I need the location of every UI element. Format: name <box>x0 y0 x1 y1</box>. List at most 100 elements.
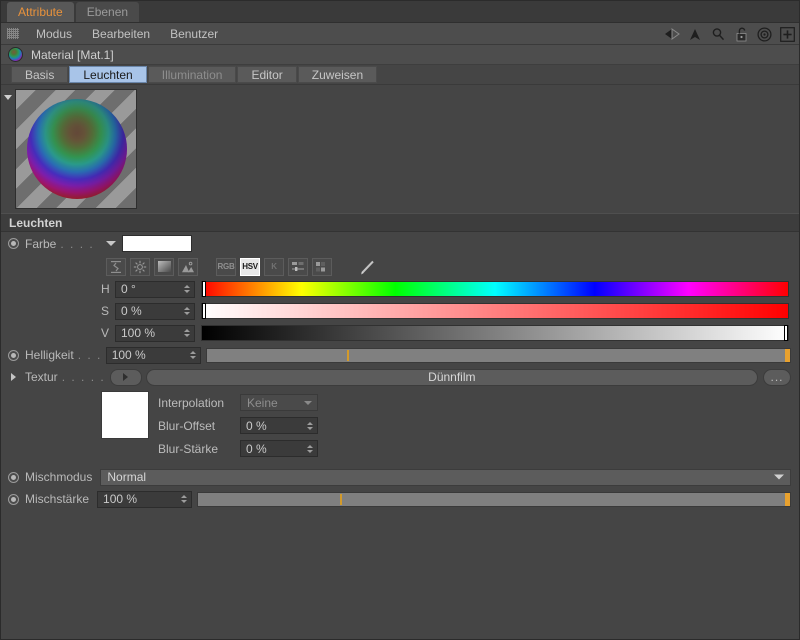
texture-browse-button[interactable]: ... <box>763 368 791 386</box>
value-knob[interactable] <box>784 325 788 341</box>
texture-play-button[interactable] <box>109 368 142 386</box>
target-icon[interactable] <box>756 26 772 42</box>
sliders-icon[interactable] <box>288 257 308 276</box>
saturation-gradient-slider[interactable] <box>201 303 789 319</box>
mix-strength-input[interactable]: 100 % <box>97 490 193 508</box>
plus-icon[interactable] <box>779 26 795 42</box>
hue-stepper[interactable] <box>184 285 190 293</box>
tab-illumination[interactable]: Illumination <box>147 66 237 83</box>
menu-benutzer[interactable]: Benutzer <box>160 23 228 45</box>
material-sphere-icon <box>27 99 127 199</box>
blur-offset-input[interactable]: 0 % <box>240 417 318 434</box>
brightness-input[interactable]: 100 % <box>105 346 201 364</box>
hue-value: 0 ° <box>121 282 136 296</box>
tab-attribute[interactable]: Attribute <box>7 2 74 22</box>
k-mode-button[interactable]: K <box>264 257 284 276</box>
triangle-right-icon <box>11 373 16 381</box>
interpolation-row: Interpolation Keine <box>158 391 318 414</box>
lock-open-icon[interactable] <box>733 26 749 42</box>
window-tab-strip: Attribute Ebenen <box>1 1 799 23</box>
value-gradient-slider[interactable] <box>201 325 789 341</box>
brightness-row: Helligkeit . . . 100 % <box>1 344 799 366</box>
tab-ebenen[interactable]: Ebenen <box>75 2 140 22</box>
blur-offset-value: 0 % <box>246 418 267 433</box>
color-leader-dots: . . . . <box>60 236 95 251</box>
swatches-icon[interactable] <box>312 257 332 276</box>
value-input[interactable]: 100 % <box>115 324 195 342</box>
blur-strength-stepper[interactable] <box>307 444 313 453</box>
material-preview-row <box>1 85 799 213</box>
saturation-label: S <box>101 304 110 318</box>
hue-knob[interactable] <box>202 281 206 297</box>
mix-mode-row: Mischmodus Normal <box>1 466 799 488</box>
brightness-knob[interactable] <box>785 348 790 362</box>
hsv-mode-button[interactable]: HSV <box>240 257 260 276</box>
texture-leader-dots: . . . . . . . <box>61 370 110 384</box>
mix-strength-stepper[interactable] <box>181 495 188 503</box>
grip-dots-icon[interactable] <box>7 28 19 39</box>
mix-strength-knob[interactable] <box>785 492 790 506</box>
brightness-slider[interactable] <box>205 347 791 363</box>
tab-basis[interactable]: Basis <box>11 66 69 83</box>
search-icon[interactable] <box>710 26 726 42</box>
color-wheel-icon[interactable] <box>130 257 150 276</box>
color-channel-radio[interactable] <box>8 238 19 249</box>
color-label: Farbe <box>25 236 57 251</box>
texture-parameters-block: Interpolation Keine Blur-Offset 0 % Blur… <box>1 388 799 460</box>
section-header-leuchten: Leuchten <box>1 213 799 232</box>
property-tab-bar: Basis Leuchten Illumination Editor Zuwei… <box>1 65 799 85</box>
material-preview-thumbnail[interactable] <box>15 89 137 209</box>
tab-zuweisen[interactable]: Zuweisen <box>297 66 378 83</box>
blur-offset-label: Blur-Offset <box>158 418 216 433</box>
color-mode-toolbar: RGB HSV K <box>1 255 799 278</box>
hue-gradient-slider[interactable] <box>201 281 789 297</box>
blur-strength-input[interactable]: 0 % <box>240 440 318 457</box>
interpolation-value: Keine <box>247 395 278 410</box>
interpolation-select[interactable]: Keine <box>240 394 318 411</box>
gradient-icon[interactable] <box>154 257 174 276</box>
brightness-stepper[interactable] <box>189 351 196 359</box>
mix-mode-value: Normal <box>107 470 147 484</box>
texture-path-field[interactable]: Dünnfilm <box>145 368 758 386</box>
texture-label: Textur <box>25 370 58 384</box>
rgb-mode-button[interactable]: RGB <box>216 257 236 276</box>
mix-mode-label: Mischmodus <box>25 470 93 484</box>
color-dropdown-triangle-icon[interactable] <box>106 241 117 246</box>
texture-expand-toggle[interactable] <box>8 373 19 381</box>
menu-bar-icon-group <box>664 23 795 45</box>
mix-strength-tick <box>340 493 343 505</box>
page-title: Material [Mat.1] <box>31 47 114 62</box>
mix-mode-select[interactable]: Normal <box>100 468 791 486</box>
sampler-icon[interactable] <box>106 257 126 276</box>
saturation-knob[interactable] <box>202 303 206 319</box>
blur-offset-row: Blur-Offset 0 % <box>158 414 318 437</box>
brightness-radio[interactable] <box>8 349 19 361</box>
mix-strength-radio[interactable] <box>8 493 19 505</box>
tab-editor[interactable]: Editor <box>237 66 297 83</box>
hue-input[interactable]: 0 ° <box>115 280 195 298</box>
saturation-input[interactable]: 0 % <box>115 302 195 320</box>
hue-label: H <box>101 282 110 296</box>
texture-thumbnail[interactable] <box>101 391 149 439</box>
eyedropper-icon[interactable] <box>358 258 378 276</box>
back-arrow-icon[interactable] <box>664 26 680 42</box>
image-icon[interactable] <box>178 257 198 276</box>
menu-bearbeiten[interactable]: Bearbeiten <box>82 23 160 45</box>
mix-mode-radio[interactable] <box>8 471 19 483</box>
saturation-value: 0 % <box>121 304 142 318</box>
menu-modus[interactable]: Modus <box>26 23 82 45</box>
blur-strength-value: 0 % <box>246 441 267 456</box>
up-arrow-icon[interactable] <box>687 26 703 42</box>
brightness-label: Helligkeit <box>25 348 74 362</box>
value-stepper[interactable] <box>184 329 190 337</box>
blur-offset-stepper[interactable] <box>307 421 313 430</box>
texture-field-list: Interpolation Keine Blur-Offset 0 % Blur… <box>158 391 318 460</box>
blur-strength-label: Blur-Stärke <box>158 441 219 456</box>
saturation-stepper[interactable] <box>184 307 190 315</box>
tab-leuchten[interactable]: Leuchten <box>69 66 147 83</box>
color-swatch[interactable] <box>122 235 193 252</box>
menu-bar: Modus Bearbeiten Benutzer <box>1 23 799 45</box>
attribute-manager-window: Attribute Ebenen Modus Bearbeiten Benutz… <box>0 0 800 640</box>
mix-strength-slider[interactable] <box>197 491 791 507</box>
preview-collapse-toggle[interactable] <box>1 89 15 100</box>
